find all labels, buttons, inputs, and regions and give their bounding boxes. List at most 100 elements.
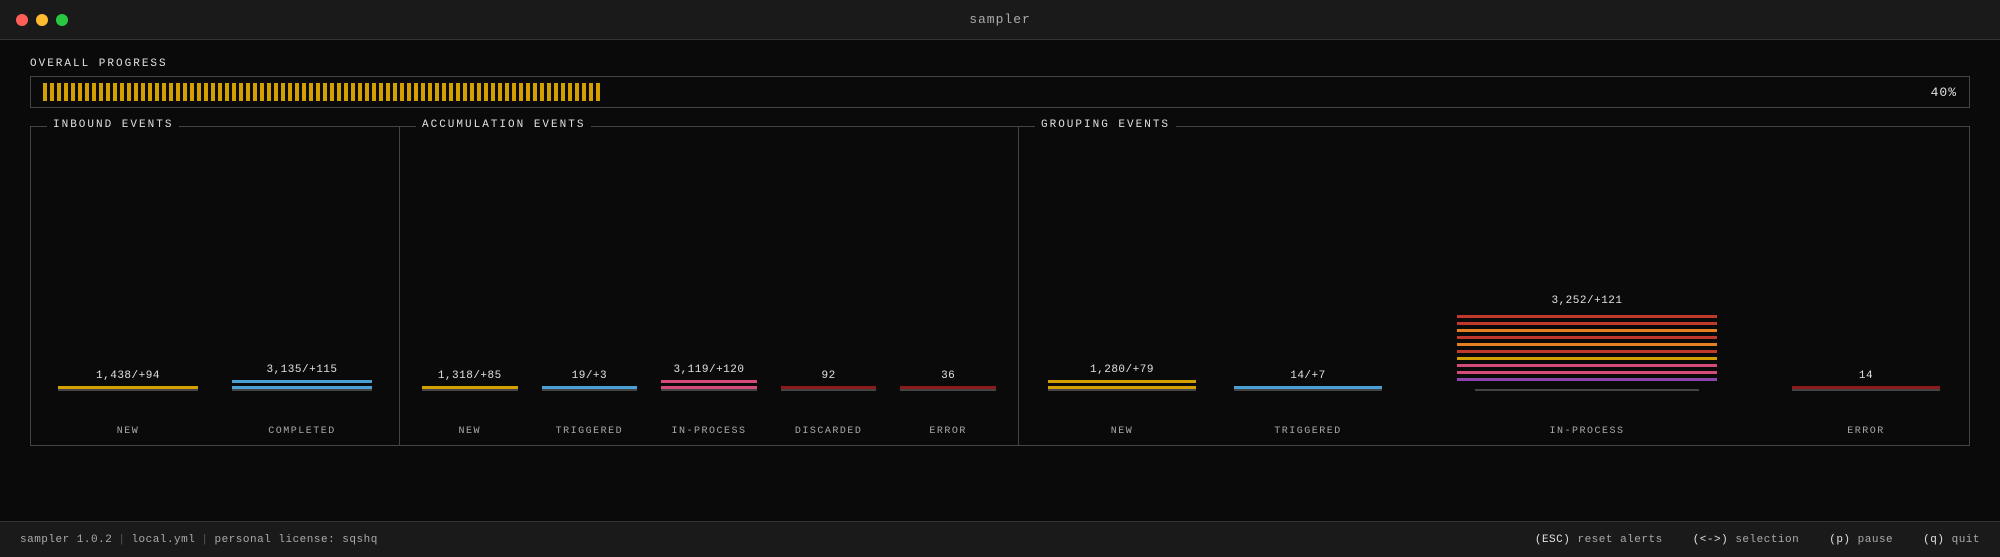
progress-tick [428,83,432,101]
sep2: | [201,534,208,546]
bar-y1 [1048,380,1197,383]
progress-tick [834,83,838,101]
progress-tick [1275,83,1279,101]
progress-tick [134,83,138,101]
progress-tick [785,83,789,101]
group-inprocess-col: 3,252/+121 IN-PROCESS [1401,147,1773,445]
panel-grouping: GROUPING EVENTS 1,280/+79 NEW 14/+7 [1018,126,1970,446]
progress-tick [1051,83,1055,101]
progress-tick [148,83,152,101]
accum-error-value: 36 [941,370,955,382]
progress-tick [323,83,327,101]
progress-tick [288,83,292,101]
progress-tick [617,83,621,101]
accum-triggered-value: 19/+3 [572,370,608,382]
progress-tick [904,83,908,101]
progress-tick [141,83,145,101]
progress-tick [981,83,985,101]
progress-tick [960,83,964,101]
group-triggered-label: TRIGGERED [1274,426,1342,437]
sl-5 [1457,343,1717,346]
progress-tick [1205,83,1209,101]
progress-tick [925,83,929,101]
progress-tick [71,83,75,101]
progress-tick [1072,83,1076,101]
group-new-label: NEW [1111,426,1134,437]
progress-tick [1289,83,1293,101]
progress-tick [1380,83,1384,101]
progress-tick [953,83,957,101]
maximize-button[interactable] [56,14,68,26]
progress-tick [43,83,47,101]
progress-tick [470,83,474,101]
progress-tick [1254,83,1258,101]
progress-tick [701,83,705,101]
arrow-action-text: selection [1735,534,1799,546]
progress-tick [806,83,810,101]
progress-tick [596,83,600,101]
progress-tick [1317,83,1321,101]
progress-tick [729,83,733,101]
progress-tick [568,83,572,101]
close-button[interactable] [16,14,28,26]
progress-tick [848,83,852,101]
progress-tick [673,83,677,101]
esc-hint: (ESC) reset alerts [1535,534,1663,546]
group-new-col: 1,280/+79 NEW [1029,147,1215,445]
progress-tick [715,83,719,101]
progress-tick [974,83,978,101]
q-key: (q) [1923,534,1944,546]
progress-tick [1226,83,1230,101]
progress-tick [841,83,845,101]
progress-tick [1156,83,1160,101]
progress-tick [820,83,824,101]
panel-inbound: INBOUND EVENTS 1,438/+94 NEW 3,135/+115 [30,126,400,446]
accum-inprocess-col: 3,119/+120 IN-PROCESS [649,147,769,445]
progress-tick [267,83,271,101]
progress-tick [1310,83,1314,101]
grouping-chart: 1,280/+79 NEW 14/+7 TRIGGERED [1019,127,1969,445]
progress-tick [1240,83,1244,101]
group-triggered-value: 14/+7 [1290,370,1326,382]
sl-4 [1457,336,1717,339]
progress-tick [1149,83,1153,101]
progress-tick [99,83,103,101]
progress-tick [827,83,831,101]
progress-tick [778,83,782,101]
group-inprocess-label: IN-PROCESS [1549,426,1624,437]
p-action-text: pause [1858,534,1894,546]
progress-tick [351,83,355,101]
progress-tick [911,83,915,101]
progress-tick [484,83,488,101]
progress-tick [610,83,614,101]
progress-tick [106,83,110,101]
inbound-chart: 1,438/+94 NEW 3,135/+115 COMPLETED [31,127,399,445]
progress-tick [1198,83,1202,101]
bar-pink-1 [661,380,757,383]
progress-tick [1268,83,1272,101]
progress-tick [477,83,481,101]
progress-tick [988,83,992,101]
progress-tick [547,83,551,101]
progress-tick [589,83,593,101]
titlebar: sampler [0,0,2000,40]
progress-tick [225,83,229,101]
progress-tick [750,83,754,101]
progress-tick [1352,83,1356,101]
panels-row: INBOUND EVENTS 1,438/+94 NEW 3,135/+115 [30,126,1970,446]
progress-tick [127,83,131,101]
inbound-new-label: NEW [117,426,140,437]
progress-tick [575,83,579,101]
progress-tick [169,83,173,101]
progress-tick [876,83,880,101]
app-version: sampler 1.0.2 [20,534,112,546]
progress-tick [526,83,530,101]
group-triggered-col: 14/+7 TRIGGERED [1215,147,1401,445]
accum-error-label: ERROR [929,426,967,437]
progress-tick [372,83,376,101]
sl-3 [1457,329,1717,332]
sl-1 [1457,315,1717,318]
minimize-button[interactable] [36,14,48,26]
progress-tick [1422,83,1426,101]
progress-tick [862,83,866,101]
